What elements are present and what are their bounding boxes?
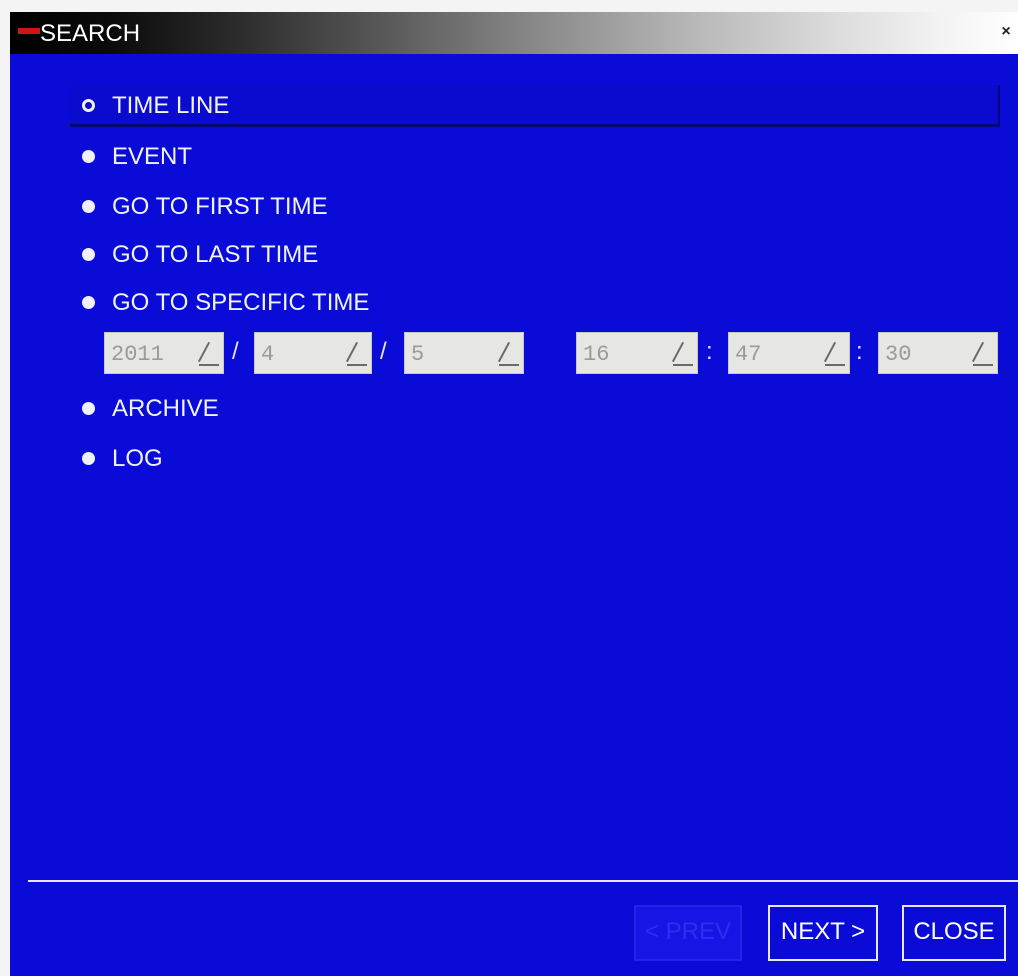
date-separator: / [380,338,387,365]
spin-icon[interactable] [971,339,993,369]
second-value: 30 [885,342,912,367]
time-separator: : [706,338,713,365]
spin-icon[interactable] [671,339,693,369]
radio-icon [82,452,95,465]
hour-value: 16 [583,342,610,367]
specific-time-row: 2011 / 4 / 5 16 : 47 : 30 [104,332,1004,376]
year-value: 2011 [111,342,164,367]
radio-icon [82,402,95,415]
option-label: EVENT [112,143,193,170]
option-label: GO TO LAST TIME [112,241,319,268]
option-go-to-last-time[interactable]: GO TO LAST TIME [70,234,1000,276]
option-label: TIME LINE [112,92,230,119]
spin-icon[interactable] [197,339,219,369]
date-separator: / [232,338,239,365]
option-label: GO TO SPECIFIC TIME [112,289,370,316]
footer-divider [28,880,1018,882]
close-button[interactable]: CLOSE [902,905,1006,961]
radio-icon [82,200,95,213]
prev-button[interactable]: < PREV [634,905,742,961]
option-time-line[interactable]: TIME LINE [70,85,1000,127]
next-button[interactable]: NEXT > [768,905,878,961]
option-label: ARCHIVE [112,395,219,422]
minute-value: 47 [735,342,762,367]
option-go-to-first-time[interactable]: GO TO FIRST TIME [70,186,1000,228]
day-value: 5 [411,342,425,367]
search-dialog: SEARCH × TIME LINE EVENT GO TO FIRST TIM… [10,12,1018,976]
spin-icon[interactable] [823,339,845,369]
second-field[interactable]: 30 [878,332,998,374]
year-field[interactable]: 2011 [104,332,224,374]
option-event[interactable]: EVENT [70,136,1000,178]
hour-field[interactable]: 16 [576,332,698,374]
spin-icon[interactable] [345,339,367,369]
month-value: 4 [261,342,275,367]
radio-checked-icon [82,99,95,112]
minute-field[interactable]: 47 [728,332,850,374]
time-separator: : [856,338,863,365]
title-accent-icon [18,28,40,34]
option-log[interactable]: LOG [70,438,1000,480]
radio-icon [82,248,95,261]
radio-icon [82,296,95,309]
option-label: LOG [112,445,163,472]
close-icon[interactable]: × [998,23,1014,41]
day-field[interactable]: 5 [404,332,524,374]
option-go-to-specific-time[interactable]: GO TO SPECIFIC TIME [70,282,1000,324]
option-label: GO TO FIRST TIME [112,193,328,220]
radio-icon [82,150,95,163]
month-field[interactable]: 4 [254,332,372,374]
window-title: SEARCH [40,20,141,47]
option-archive[interactable]: ARCHIVE [70,388,1000,430]
spin-icon[interactable] [497,339,519,369]
title-bar: SEARCH × [10,12,1018,54]
